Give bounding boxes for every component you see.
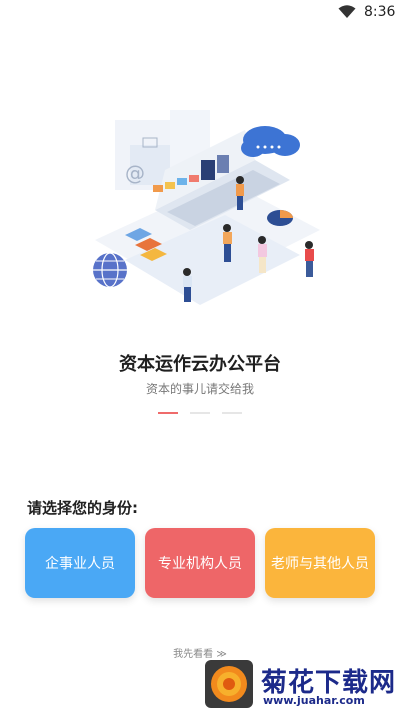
page-indicator-dot bbox=[222, 412, 242, 414]
status-bar: 8:36 bbox=[0, 0, 400, 26]
role-enterprise-button[interactable]: 企事业人员 bbox=[25, 528, 135, 598]
role-institution-button[interactable]: 专业机构人员 bbox=[145, 528, 255, 598]
role-options: 企事业人员 专业机构人员 老师与其他人员 bbox=[25, 528, 375, 598]
watermark-url: www.juahar.com bbox=[263, 694, 365, 707]
page-indicator-dot bbox=[190, 412, 210, 414]
status-time: 8:36 bbox=[364, 4, 396, 20]
role-prompt: 请选择您的身份: bbox=[27, 499, 138, 517]
site-watermark: 菊花下载网 www.juahar.com bbox=[205, 660, 400, 710]
page-indicator bbox=[0, 412, 400, 414]
svg-text:@: @ bbox=[125, 161, 145, 185]
office-illustration: @ bbox=[93, 110, 320, 305]
role-teacher-other-button[interactable]: 老师与其他人员 bbox=[265, 528, 375, 598]
app-subtitle: 资本的事儿请交给我 bbox=[145, 382, 254, 396]
chrysanthemum-logo-icon bbox=[205, 660, 253, 708]
page-indicator-dot-active bbox=[158, 412, 178, 414]
app-title: 资本运作云办公平台 bbox=[119, 354, 281, 375]
skip-browse-link[interactable]: 我先看看 ≫ bbox=[0, 645, 400, 660]
wifi-icon bbox=[338, 5, 356, 18]
